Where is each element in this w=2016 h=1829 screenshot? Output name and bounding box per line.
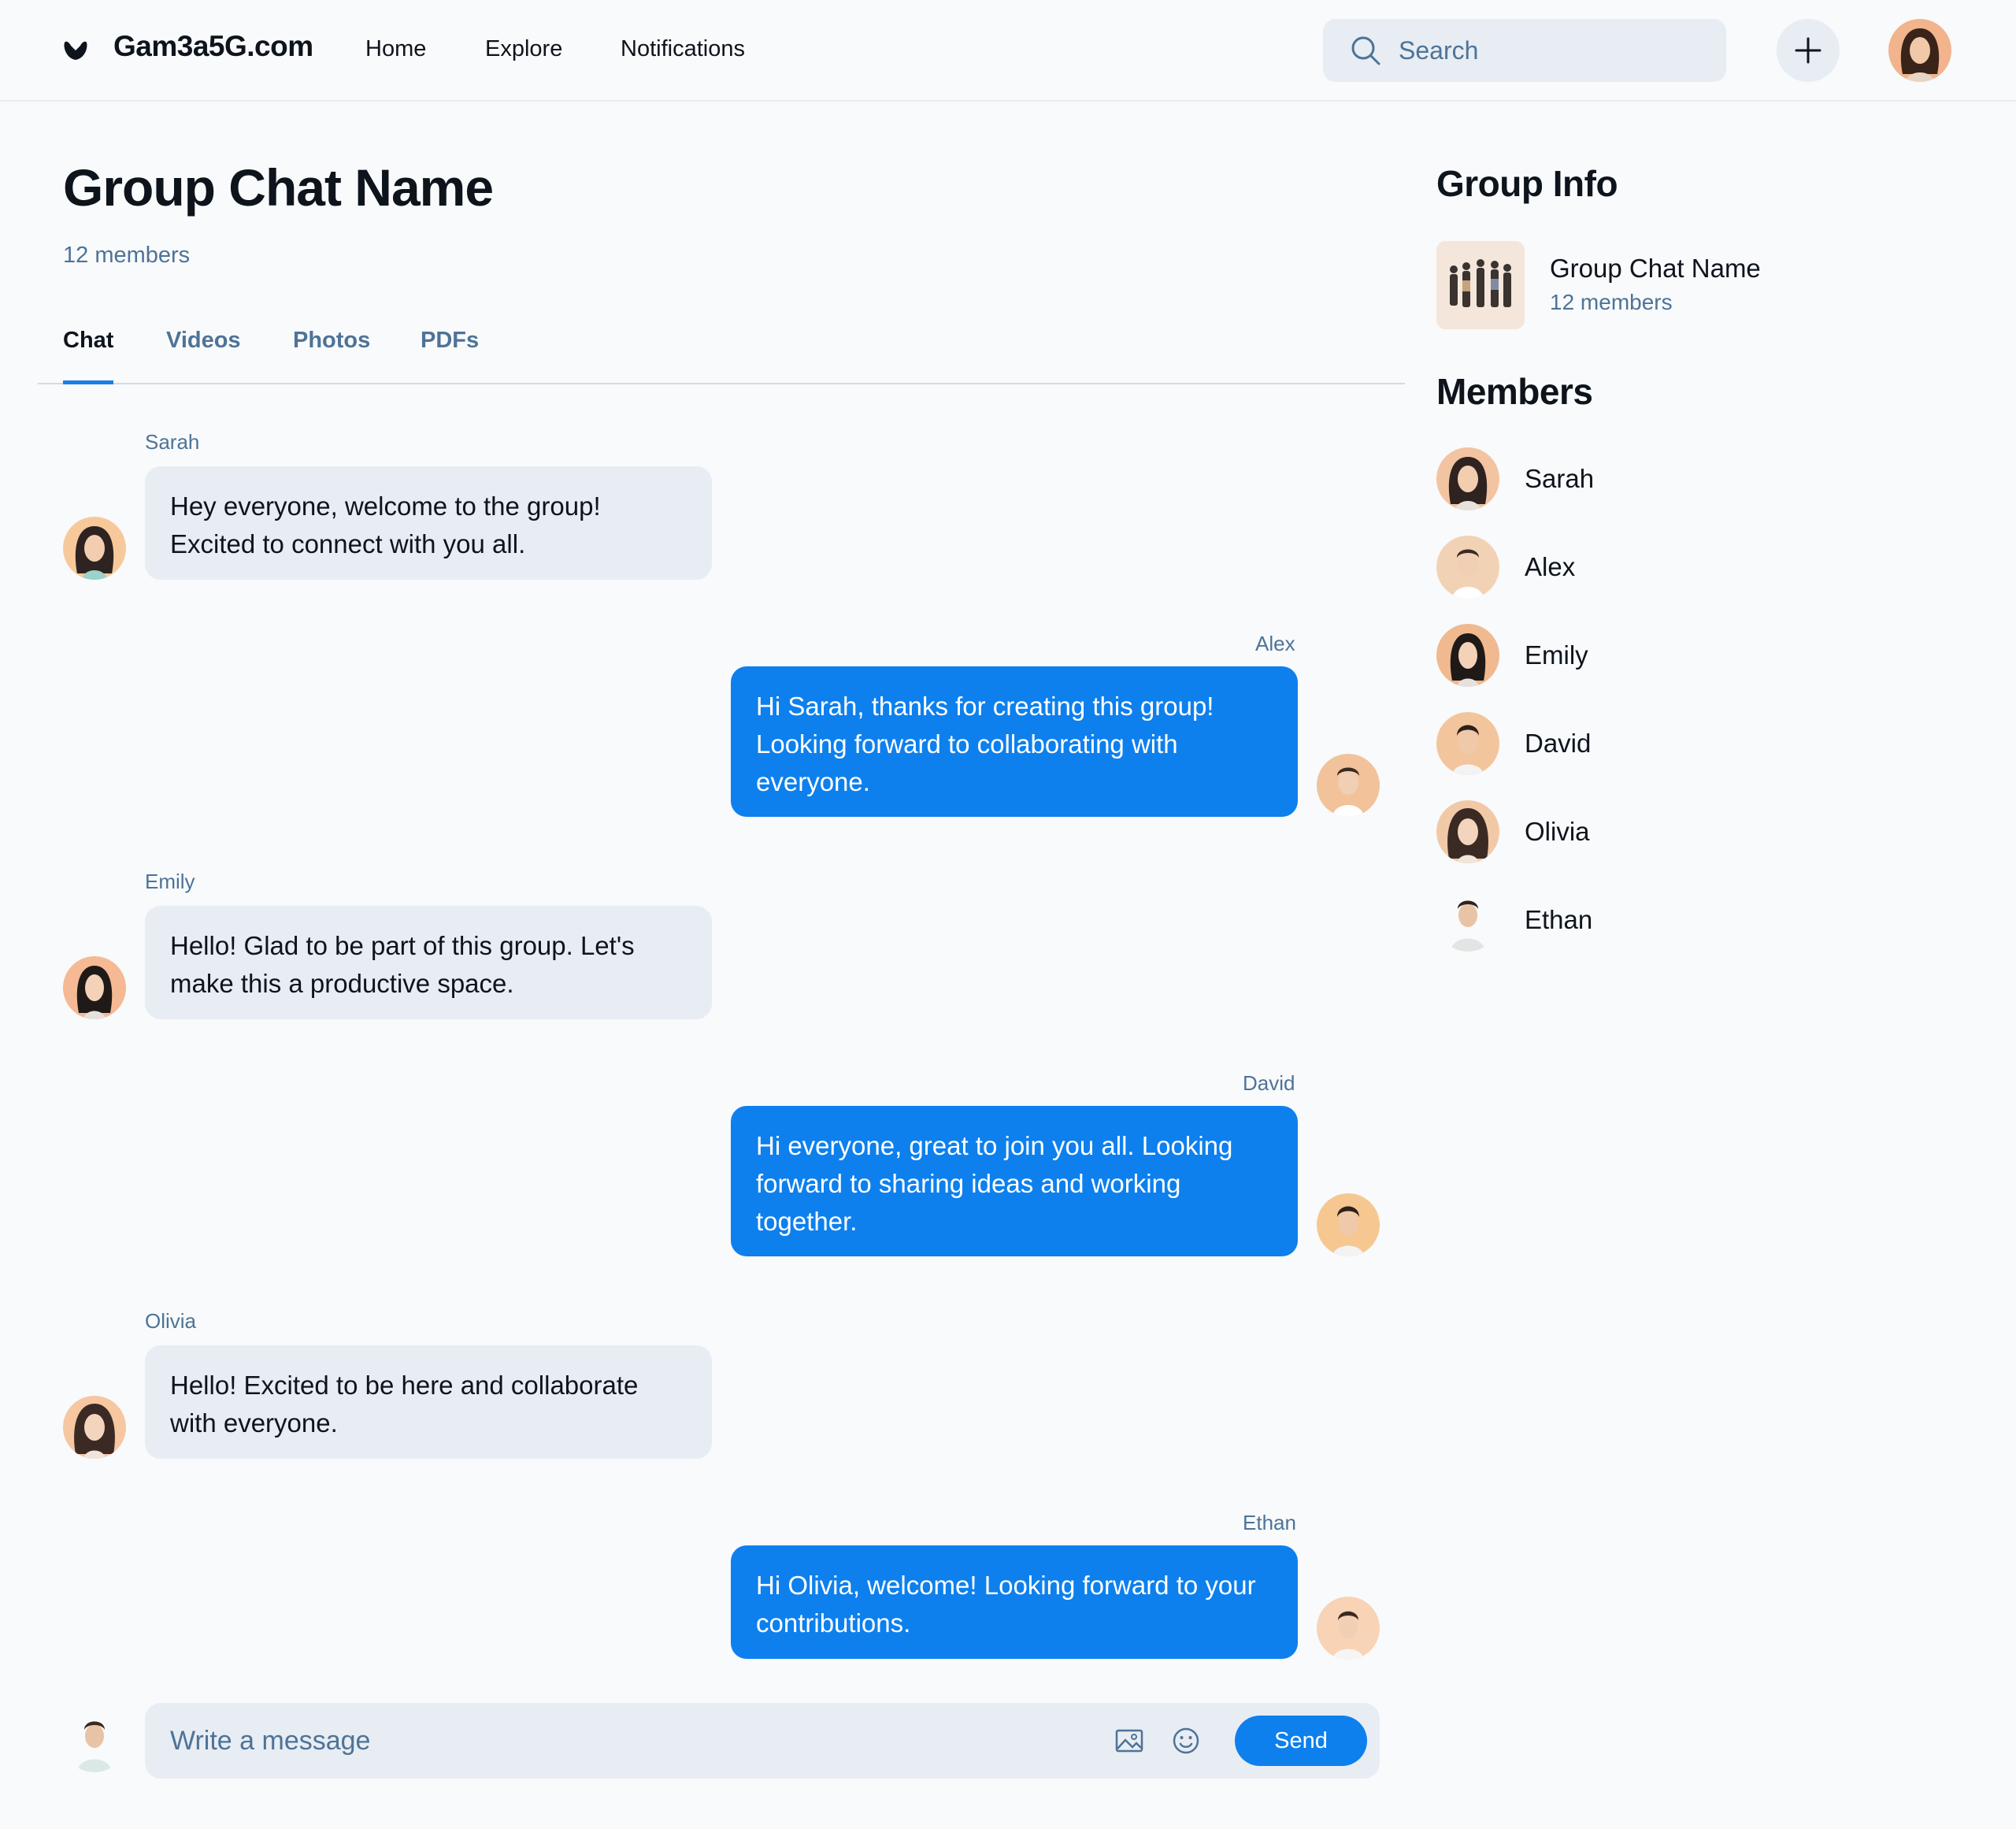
search-input[interactable] [1399,19,1714,82]
nav-notifications[interactable]: Notifications [621,36,745,62]
tab-pdfs[interactable]: PDFs [421,328,479,380]
member-avatar [1436,624,1499,687]
message-sender: Olivia [145,1309,197,1333]
tab-photos[interactable]: Photos [293,328,370,380]
logo-icon[interactable] [63,38,88,63]
emoji-icon[interactable] [1170,1725,1202,1757]
ethan-avatar[interactable] [1317,1597,1380,1660]
message-bubble: Hey everyone, welcome to the group! Exci… [145,466,712,580]
member-name: Sarah [1525,464,1595,493]
member-avatar [1436,447,1499,510]
message-sender: Sarah [145,430,200,454]
member-avatar [1436,536,1499,599]
image-icon[interactable] [1114,1725,1145,1757]
member-name: Ethan [1525,905,1593,934]
member-name: Olivia [1525,817,1590,846]
sarah-avatar[interactable] [63,517,126,580]
tab-videos[interactable]: Videos [166,328,241,380]
alex-avatar[interactable] [1317,754,1380,817]
message-bubble: Hello! Excited to be here and collaborat… [145,1345,712,1459]
plus-icon [1795,37,1821,64]
message-input[interactable] [170,1703,1076,1779]
page-title: Group Chat Name [63,158,494,217]
message-sender: Emily [145,870,195,893]
group-info-name: Group Chat Name [1550,254,1761,283]
current-user-avatar [63,1709,126,1772]
message-composer: Send [145,1703,1380,1779]
brand-name[interactable]: Gam3a5G.com [113,30,313,63]
david-avatar[interactable] [1317,1193,1380,1256]
member-name: Emily [1525,640,1588,670]
message-bubble: Hi everyone, great to join you all. Look… [731,1106,1298,1256]
olivia-avatar[interactable] [63,1396,126,1459]
top-navigation-bar: Gam3a5G.com Home Explore Notifications [0,0,2016,102]
add-button[interactable] [1777,19,1840,82]
group-thumbnail[interactable] [1436,241,1525,329]
message-sender: David [1243,1071,1295,1095]
search-box[interactable] [1323,19,1726,82]
member-item-david[interactable]: David [1436,712,1988,775]
member-avatar [1436,800,1499,863]
message-bubble: Hi Olivia, welcome! Looking forward to y… [731,1545,1298,1659]
member-item-sarah[interactable]: Sarah [1436,447,1988,510]
search-icon [1351,36,1380,65]
member-item-ethan[interactable]: Ethan [1436,889,1988,952]
member-avatar [1436,712,1499,775]
group-info-members: 12 members [1550,290,1673,314]
member-item-alex[interactable]: Alex [1436,536,1988,599]
member-item-emily[interactable]: Emily [1436,624,1988,687]
tab-chat[interactable]: Chat [63,328,114,384]
nav-home[interactable]: Home [365,36,426,62]
message-sender: Alex [1255,632,1295,655]
member-name: Alex [1525,552,1576,581]
member-item-olivia[interactable]: Olivia [1436,800,1988,863]
nav-explore[interactable]: Explore [485,36,562,62]
send-button[interactable]: Send [1235,1716,1367,1766]
member-avatar [1436,889,1499,952]
member-name: David [1525,729,1592,758]
message-bubble: Hi Sarah, thanks for creating this group… [731,666,1298,817]
members-heading: Members [1436,371,1593,412]
message-bubble: Hello! Glad to be part of this group. Le… [145,906,712,1019]
message-sender: Ethan [1243,1511,1296,1534]
emily-avatar[interactable] [63,956,126,1019]
tab-bar: Chat Videos Photos PDFs [38,315,1405,384]
member-count: 12 members [63,243,191,268]
user-avatar[interactable] [1888,19,1951,82]
group-info-heading: Group Info [1436,163,1618,204]
